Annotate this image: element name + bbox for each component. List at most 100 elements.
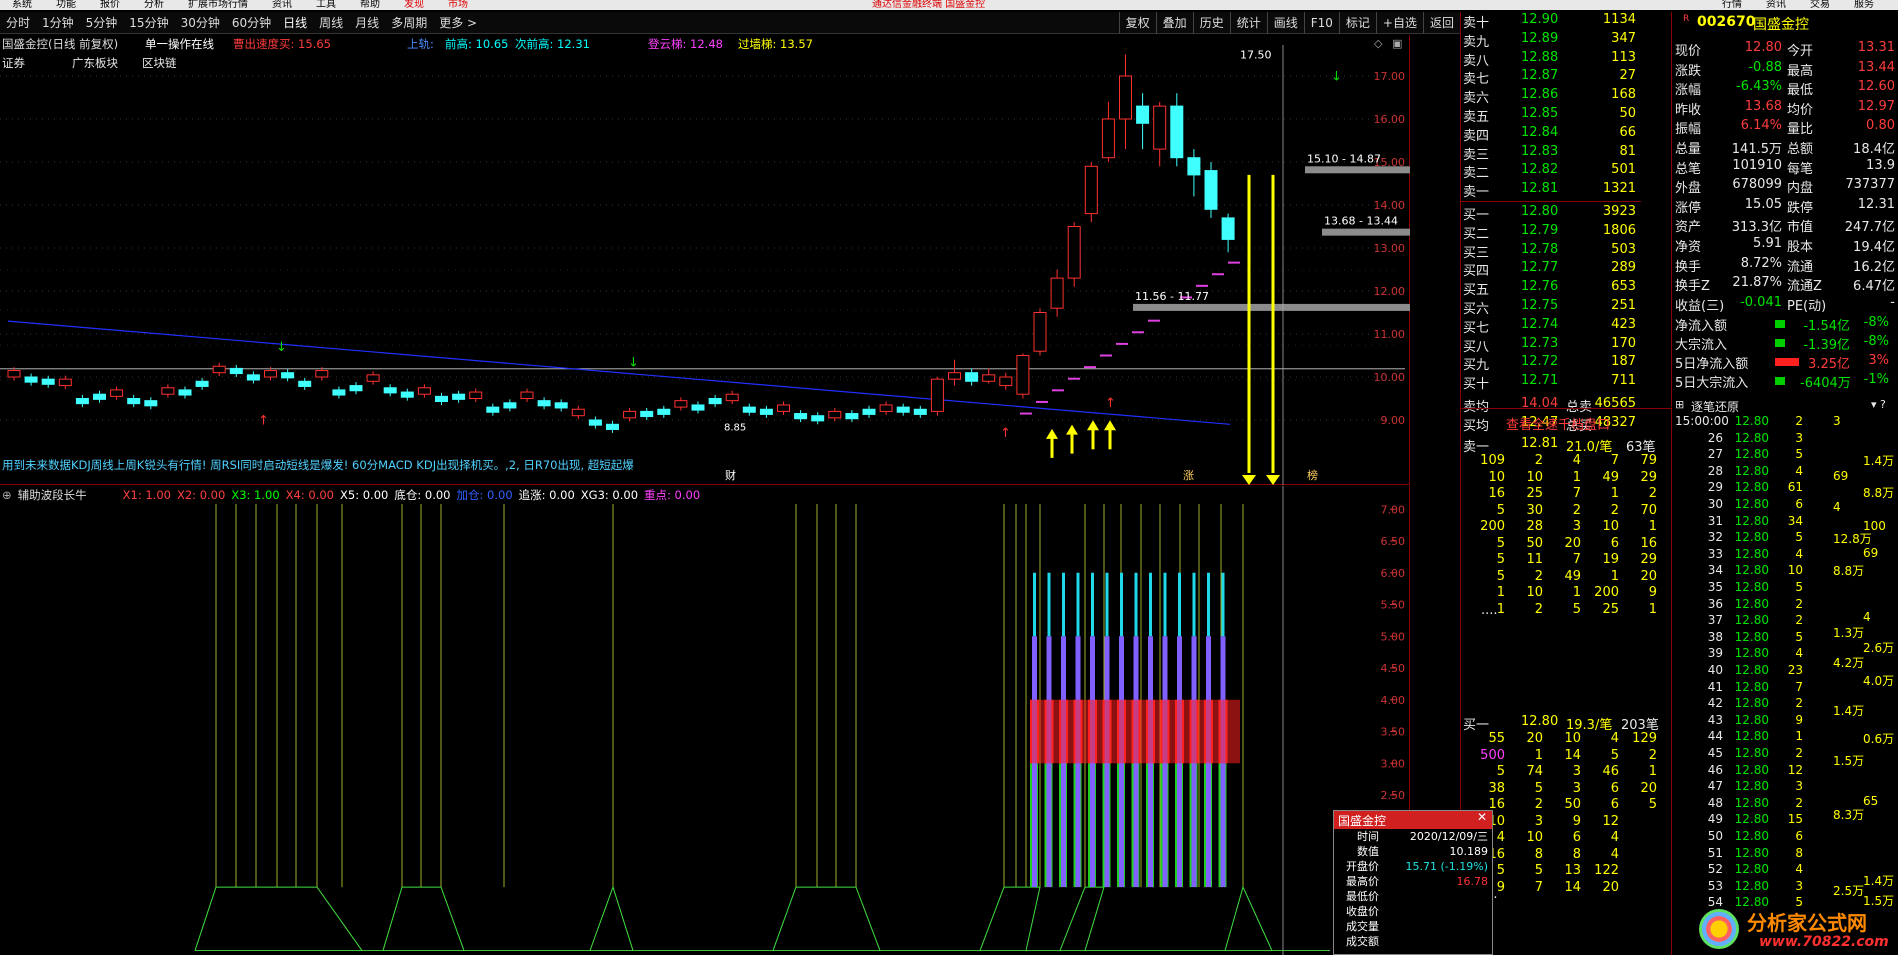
menu-item[interactable]: 系统 — [0, 0, 44, 10]
menu-item[interactable]: 工具 — [304, 0, 348, 10]
bid-volume: 289 — [1611, 260, 1636, 276]
menu-item[interactable]: 资讯 — [260, 0, 304, 10]
queue-cell: 6 — [1610, 797, 1619, 812]
queue-cell: 28 — [1526, 519, 1543, 534]
tick-volume: 7 — [1795, 679, 1803, 694]
stock-code: 002670 — [1697, 14, 1756, 30]
stat-value: 15.05 — [1744, 196, 1782, 212]
period-tab[interactable]: 1分钟 — [36, 12, 80, 34]
concept-3[interactable]: 区块链 — [142, 55, 177, 71]
tick-volume: 2 — [1795, 414, 1803, 428]
diamond-icon[interactable]: ◇ — [1374, 37, 1383, 50]
indicator-name[interactable]: 辅助波段长牛 — [18, 487, 87, 503]
bid-volume: 3923 — [1602, 204, 1636, 219]
period-tab[interactable]: 30分钟 — [175, 12, 226, 34]
tick-price: 12.80 — [1734, 447, 1769, 462]
period-tab[interactable]: 15分钟 — [123, 12, 174, 34]
queue-cell: 500 — [1480, 747, 1505, 763]
ask-price: 12.86 — [1521, 87, 1559, 103]
bid-price: 12.78 — [1521, 241, 1559, 257]
menu-item[interactable]: 帮助 — [348, 0, 392, 10]
tool-button[interactable]: 叠加 — [1155, 12, 1193, 34]
queue-cell: 129 — [1632, 731, 1657, 746]
ind-tick: 3.00 — [1381, 757, 1406, 770]
quote-panel: 卖十 12.90 1134 卖九 12.89 347 卖八 12.88 113 卖七 12.87 27… — [1333, 12, 1898, 955]
menu-item[interactable]: 报价 — [88, 0, 132, 10]
tool-button[interactable]: 画线 — [1266, 12, 1304, 34]
menu-item[interactable]: 发现 — [392, 0, 436, 10]
signal-up-icon: ↑ — [1105, 396, 1116, 411]
period-tab[interactable]: 更多 > — [433, 12, 483, 34]
bar-cyan — [1033, 572, 1036, 637]
candle-body — [862, 408, 876, 415]
menu-item[interactable]: 分析 — [132, 0, 176, 10]
concept-2[interactable]: 广东板块 — [72, 55, 118, 71]
price-tick: 9.00 — [1381, 414, 1406, 427]
candle-body — [24, 376, 38, 383]
tool-button[interactable]: +自选 — [1375, 12, 1423, 34]
stat-value: 101910 — [1732, 157, 1782, 173]
indicator-toggle-icon[interactable]: ⊕ — [2, 488, 12, 502]
close-icon[interactable]: ✕ — [1477, 810, 1487, 824]
chart-mode[interactable]: 单一操作在线 — [145, 36, 214, 52]
menu-right: 行情 资讯 交易 服务 — [1698, 0, 1898, 10]
indicator-header: ⊕ 辅助波段长牛 X1: 1.00 X2: 0.00 X3: 1.00 X4: 0.00 X… — [2, 487, 700, 503]
ask-volume: 81 — [1619, 143, 1636, 159]
tool-button[interactable]: 标记 — [1338, 12, 1376, 34]
tick-price: 12.80 — [1734, 746, 1769, 760]
stat-label: 资产 — [1675, 220, 1702, 236]
popup-row: 最高价 16.78 — [1334, 874, 1492, 889]
indicator-chart[interactable]: 7.00 6.50 6.00 5.50 5.00 4.50 4.00 3.50 3.00 2.50… — [0, 486, 1410, 955]
menu-item[interactable]: 功能 — [44, 0, 88, 10]
candle-body — [1084, 165, 1098, 215]
ind-tick: 6.50 — [1381, 535, 1406, 548]
menu-right-item[interactable]: 服务 — [1842, 0, 1886, 10]
kline-chart[interactable]: 17.0016.0015.0014.0013.0012.0011.0010.00… — [0, 35, 1410, 485]
popup-key: 收盘价 — [1346, 905, 1379, 918]
period-tab[interactable]: 日线 — [277, 12, 313, 34]
queue-link[interactable]: 查看全速千档盘口 — [1506, 414, 1610, 433]
stat-value: 13.9 — [1866, 157, 1895, 173]
buy-arrow-head — [1104, 420, 1116, 431]
ask-volume: 50 — [1619, 106, 1636, 121]
menu-item[interactable]: 扩展市场行情 — [176, 0, 260, 10]
period-tab[interactable]: 分时 — [0, 12, 36, 34]
menu-item[interactable]: 市场 — [436, 0, 480, 10]
queue-cell: 7 — [1572, 552, 1581, 567]
menu-right-item[interactable]: 行情 — [1710, 0, 1754, 10]
tool-button[interactable]: 返回 — [1422, 12, 1460, 34]
period-tab[interactable]: 5分钟 — [80, 12, 124, 34]
price-tick: 13.00 — [1374, 242, 1406, 255]
menu-right-item[interactable]: 资讯 — [1754, 0, 1798, 10]
menu-right-item[interactable]: 交易 — [1798, 0, 1842, 10]
queue-cell: 1 — [1496, 585, 1505, 600]
queue-cell: 46 — [1602, 764, 1619, 779]
queue-cell: 5 — [1496, 764, 1505, 779]
candle-body — [41, 378, 55, 385]
tool-button[interactable]: 复权 — [1118, 12, 1156, 34]
bid-level-label: 买八 — [1463, 339, 1490, 355]
tool-button[interactable]: F10 — [1303, 12, 1339, 34]
queue-cell: 2 — [1534, 797, 1543, 812]
stat-label: 市值 — [1787, 220, 1814, 236]
tick-time: 53 — [1707, 878, 1723, 893]
queue-cell: 8 — [1572, 846, 1581, 862]
tool-button[interactable]: 统计 — [1229, 12, 1267, 34]
period-tab[interactable]: 周线 — [313, 12, 349, 34]
concept-1[interactable]: 证券 — [2, 55, 25, 71]
candle-body — [417, 387, 431, 395]
flow-label: 净流入额 — [1675, 319, 1728, 334]
watermark-url: www.70822.com — [1759, 934, 1889, 950]
tool-button[interactable]: 历史 — [1192, 12, 1230, 34]
stat-value: 12.97 — [1857, 98, 1895, 114]
last-price-label: 10.19 — [1409, 363, 1410, 376]
window-icon[interactable]: ▣ — [1392, 37, 1402, 50]
period-tab[interactable]: 60分钟 — [226, 12, 277, 34]
tick-time: 50 — [1707, 829, 1723, 843]
period-tab[interactable]: 多周期 — [385, 12, 433, 34]
tick-side-value: 1.4万 — [1863, 454, 1895, 468]
candle-body — [537, 400, 551, 407]
indicator-pane[interactable]: 7.00 6.50 6.00 5.50 5.00 4.50 4.00 3.50 3.00 2.50… — [0, 486, 1410, 955]
kline-pane[interactable]: 17.00 16.00 15.00 14.00 13.00 12.00 11.00 10.00… — [0, 35, 1410, 485]
period-tab[interactable]: 月线 — [349, 12, 385, 34]
